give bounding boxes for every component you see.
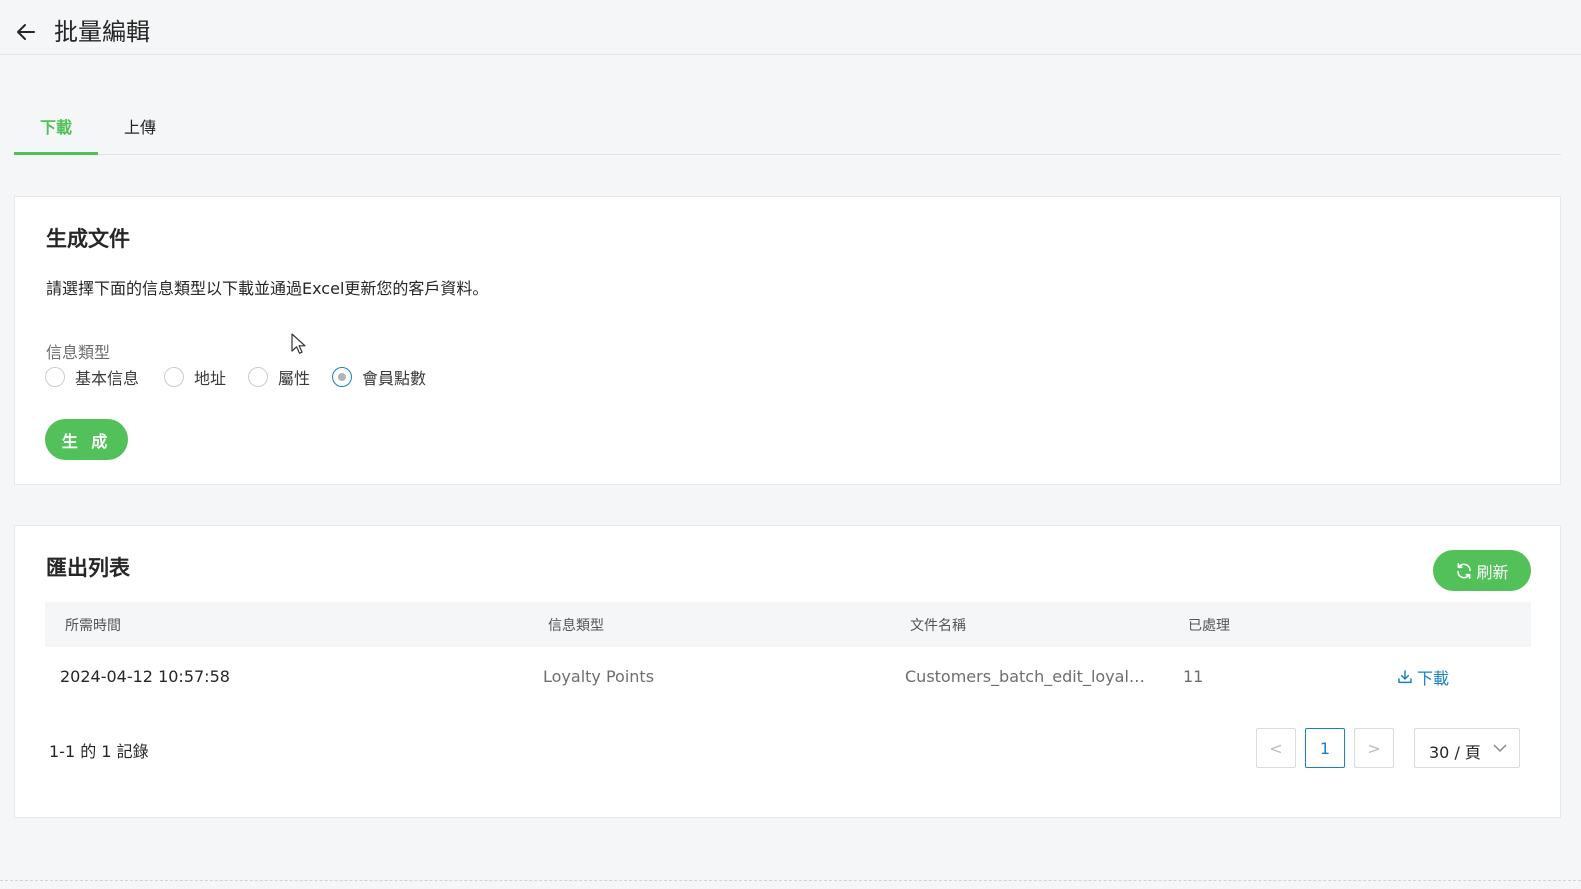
tab-active-indicator (14, 152, 98, 155)
radio-label: 地址 (194, 369, 227, 388)
info-type-label: 信息類型 (46, 343, 111, 362)
export-list-card: 匯出列表 刷新 所需時間 信息類型 文件名稱 已處理 2024-04-12 10… (14, 525, 1561, 818)
page-size-value: 30 / 頁 (1429, 743, 1481, 762)
generate-file-card: 生成文件 請選擇下面的信息類型以下載並通過Excel更新您的客戶資料。 信息類型… (14, 196, 1561, 485)
bottom-divider (0, 880, 1581, 881)
page-title: 批量編輯 (54, 18, 150, 46)
refresh-button[interactable]: 刷新 (1433, 550, 1531, 591)
export-list-title: 匯出列表 (46, 556, 130, 580)
download-icon (1398, 670, 1412, 684)
page-size-select[interactable]: 30 / 頁 (1414, 728, 1520, 768)
tab-upload[interactable]: 上傳 (114, 105, 166, 155)
radio-circle[interactable] (164, 367, 184, 387)
radio-label: 會員點數 (362, 369, 427, 388)
cell-processed: 11 (1183, 667, 1204, 686)
pagination-next-button[interactable]: > (1354, 728, 1394, 768)
cell-type: Loyalty Points (543, 667, 655, 686)
column-header-file: 文件名稱 (910, 618, 966, 634)
chevron-down-icon (1493, 744, 1507, 753)
radio-circle[interactable] (248, 367, 268, 387)
pagination-prev-button[interactable]: < (1256, 728, 1296, 768)
radio-label: 基本信息 (75, 369, 140, 388)
mouse-cursor-icon (291, 333, 306, 354)
generate-description: 請選擇下面的信息類型以下載並通過Excel更新您的客戶資料。 (46, 279, 489, 298)
page-header: 批量編輯 (0, 0, 1581, 55)
refresh-icon (1457, 562, 1472, 579)
radio-basic-info[interactable]: 基本信息 (45, 365, 139, 389)
generate-section-title: 生成文件 (46, 227, 130, 251)
cell-file: Customers_batch_edit_loyalty_points (905, 667, 1150, 686)
radio-address[interactable]: 地址 (164, 365, 226, 389)
radio-label: 屬性 (278, 369, 311, 388)
column-header-time: 所需時間 (65, 618, 121, 634)
back-arrow-icon[interactable] (14, 20, 38, 44)
download-link[interactable]: 下載 (1397, 665, 1449, 689)
table-row: 2024-04-12 10:57:58 Loyalty Points Custo… (45, 647, 1531, 707)
cell-time: 2024-04-12 10:57:58 (60, 667, 230, 686)
record-count: 1-1 的 1 記錄 (49, 742, 149, 761)
column-header-processed: 已處理 (1188, 618, 1230, 634)
column-header-type: 信息類型 (548, 618, 604, 634)
pagination-page-1[interactable]: 1 (1305, 728, 1345, 768)
radio-attributes[interactable]: 屬性 (248, 365, 310, 389)
radio-loyalty-points[interactable]: 會員點數 (332, 365, 426, 389)
radio-circle[interactable] (45, 367, 65, 387)
download-label: 下載 (1417, 669, 1450, 688)
refresh-label: 刷新 (1476, 562, 1509, 582)
tab-bar: 下載 上傳 (14, 105, 1561, 155)
tab-download[interactable]: 下載 (14, 105, 98, 155)
radio-circle-checked[interactable] (332, 367, 352, 387)
generate-button[interactable]: 生 成 (45, 419, 128, 460)
table-header: 所需時間 信息類型 文件名稱 已處理 (45, 602, 1531, 647)
